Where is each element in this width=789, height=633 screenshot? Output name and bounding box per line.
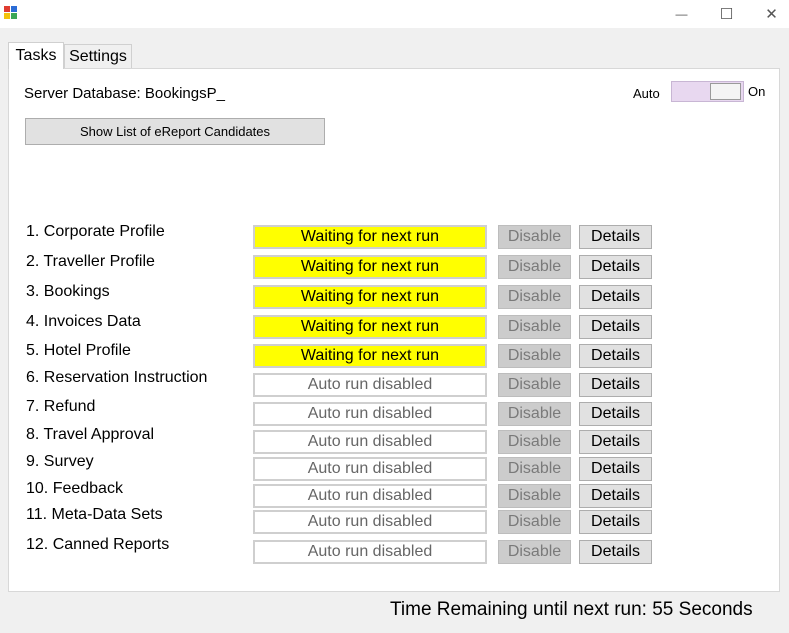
- task-details-button[interactable]: Details: [579, 510, 652, 534]
- task-disable-button[interactable]: Disable: [498, 402, 571, 426]
- server-database-label: Server Database: BookingsP_: [24, 85, 225, 102]
- task-details-button[interactable]: Details: [579, 315, 652, 339]
- task-disable-button[interactable]: Disable: [498, 484, 571, 508]
- task-status-field: Auto run disabled: [253, 373, 487, 397]
- task-details-button[interactable]: Details: [579, 402, 652, 426]
- task-details-button[interactable]: Details: [579, 344, 652, 368]
- maximize-button[interactable]: ☐: [704, 0, 749, 28]
- task-details-button[interactable]: Details: [579, 285, 652, 309]
- title-bar: — ☐ ✕: [0, 0, 789, 28]
- task-disable-button[interactable]: Disable: [498, 315, 571, 339]
- task-label: 2. Traveller Profile: [26, 253, 155, 270]
- task-disable-button[interactable]: Disable: [498, 285, 571, 309]
- minimize-button[interactable]: —: [659, 0, 704, 28]
- task-disable-button[interactable]: Disable: [498, 540, 571, 564]
- task-label: 11. Meta-Data Sets: [26, 506, 163, 523]
- task-status-field: Waiting for next run: [253, 344, 487, 368]
- task-status-field: Auto run disabled: [253, 540, 487, 564]
- task-status-field: Waiting for next run: [253, 255, 487, 279]
- task-disable-button[interactable]: Disable: [498, 510, 571, 534]
- task-label: 10. Feedback: [26, 480, 123, 497]
- task-status-field: Auto run disabled: [253, 430, 487, 454]
- task-label: 12. Canned Reports: [26, 536, 170, 553]
- app-icon: [4, 6, 18, 20]
- task-disable-button[interactable]: Disable: [498, 225, 571, 249]
- tab-tasks[interactable]: Tasks: [8, 42, 64, 69]
- time-remaining-label: Time Remaining until next run: 55 Second…: [390, 599, 753, 620]
- task-label: 7. Refund: [26, 398, 96, 415]
- auto-label: Auto: [633, 86, 660, 101]
- task-details-button[interactable]: Details: [579, 457, 652, 481]
- task-details-button[interactable]: Details: [579, 430, 652, 454]
- task-status-field: Waiting for next run: [253, 315, 487, 339]
- task-label: 4. Invoices Data: [26, 313, 141, 330]
- minimize-icon: —: [675, 7, 688, 21]
- tab-settings[interactable]: Settings: [64, 44, 132, 68]
- maximize-icon: ☐: [719, 6, 734, 23]
- toggle-knob: [710, 83, 741, 100]
- task-status-field: Waiting for next run: [253, 225, 487, 249]
- task-label: 5. Hotel Profile: [26, 342, 131, 359]
- task-label: 9. Survey: [26, 453, 94, 470]
- task-status-field: Auto run disabled: [253, 510, 487, 534]
- tab-settings-label: Settings: [69, 47, 127, 65]
- task-disable-button[interactable]: Disable: [498, 373, 571, 397]
- tasks-panel: Server Database: BookingsP_ Auto On Show…: [8, 68, 780, 592]
- close-button[interactable]: ✕: [749, 0, 789, 28]
- task-details-button[interactable]: Details: [579, 225, 652, 249]
- task-label: 3. Bookings: [26, 283, 110, 300]
- task-details-button[interactable]: Details: [579, 484, 652, 508]
- task-disable-button[interactable]: Disable: [498, 430, 571, 454]
- toggle-state-label: On: [748, 84, 766, 99]
- task-status-field: Auto run disabled: [253, 484, 487, 508]
- show-list-button[interactable]: Show List of eReport Candidates: [25, 118, 325, 145]
- task-status-field: Auto run disabled: [253, 402, 487, 426]
- task-details-button[interactable]: Details: [579, 540, 652, 564]
- task-details-button[interactable]: Details: [579, 255, 652, 279]
- task-details-button[interactable]: Details: [579, 373, 652, 397]
- task-disable-button[interactable]: Disable: [498, 255, 571, 279]
- task-status-field: Auto run disabled: [253, 457, 487, 481]
- task-label: 1. Corporate Profile: [26, 223, 165, 240]
- task-status-field: Waiting for next run: [253, 285, 487, 309]
- tab-tasks-label: Tasks: [15, 47, 57, 64]
- task-label: 6. Reservation Instruction: [26, 369, 208, 386]
- task-label: 8. Travel Approval: [26, 426, 155, 443]
- task-disable-button[interactable]: Disable: [498, 344, 571, 368]
- close-icon: ✕: [765, 6, 778, 23]
- auto-toggle[interactable]: [671, 81, 744, 102]
- task-disable-button[interactable]: Disable: [498, 457, 571, 481]
